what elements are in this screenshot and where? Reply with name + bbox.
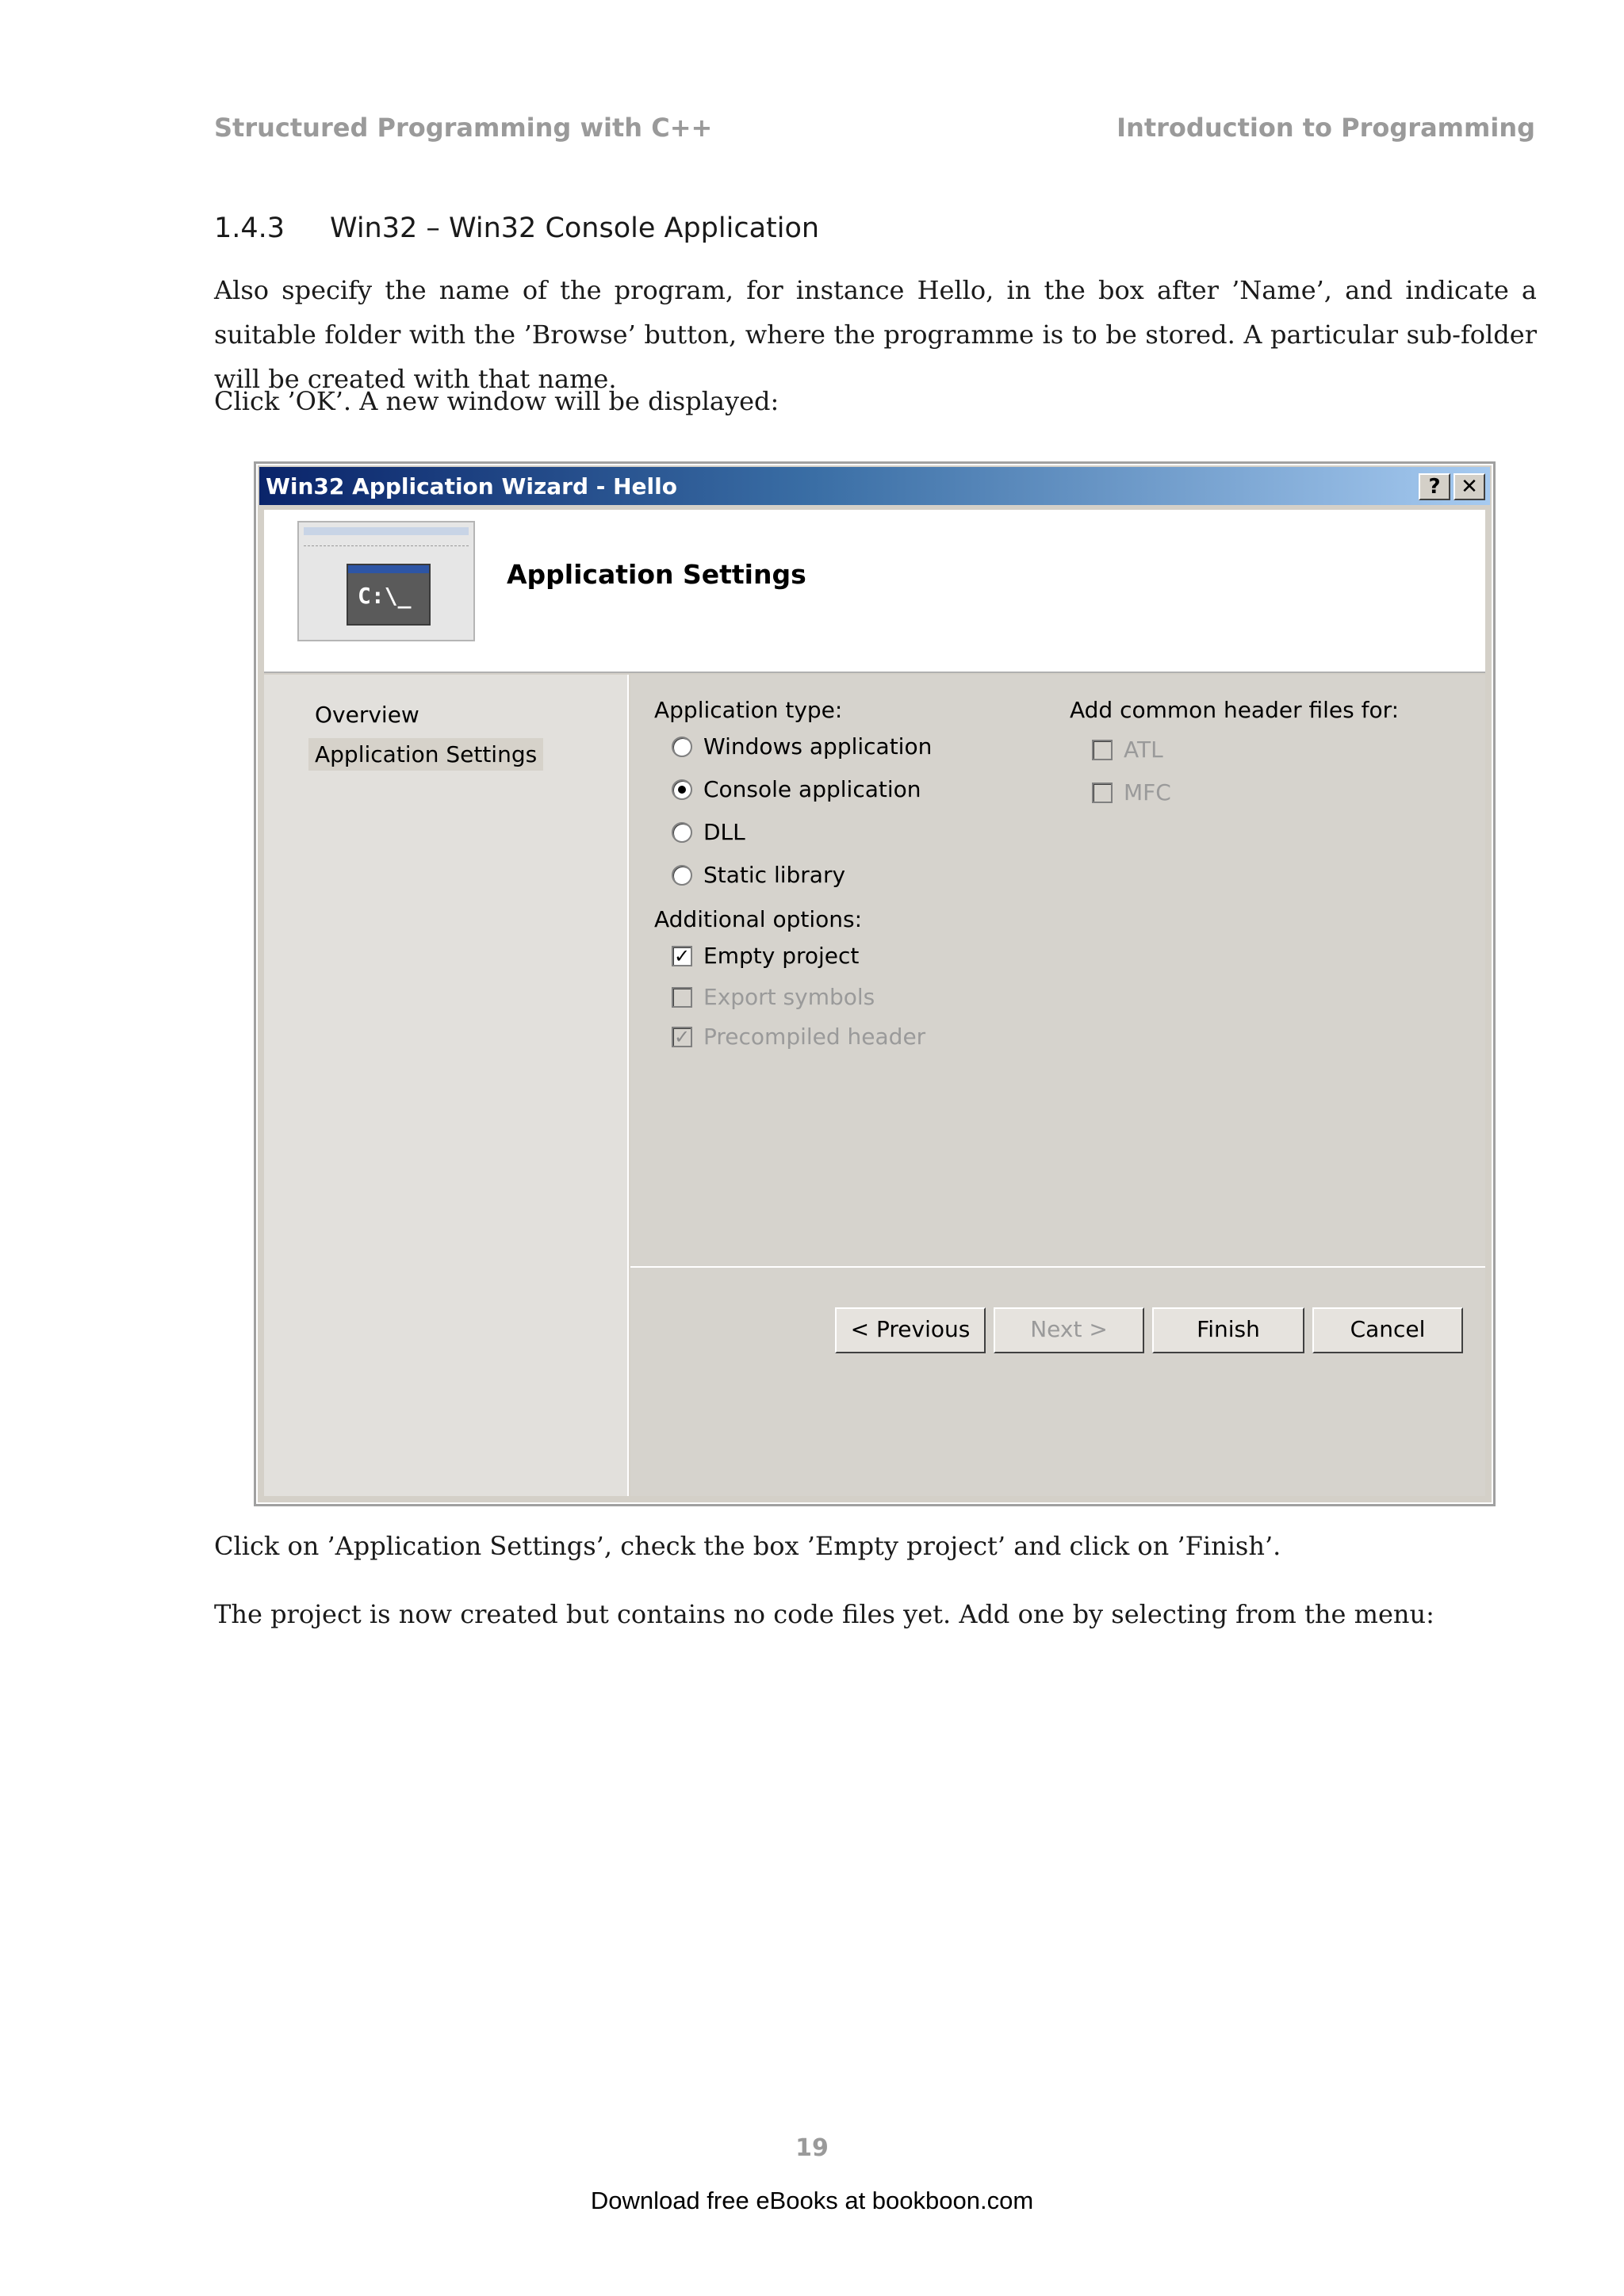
radio-button-selected[interactable]	[672, 779, 692, 800]
help-icon[interactable]: ?	[1419, 473, 1450, 500]
section-heading: 1.4.3 Win32 – Win32 Console Application	[214, 212, 819, 244]
checkbox-mfc: MFC	[1092, 779, 1171, 806]
radio-button[interactable]	[672, 736, 692, 757]
previous-button[interactable]: < Previous	[835, 1307, 986, 1353]
console-prompt: C:\_	[358, 583, 412, 609]
dialog-title: Win32 Application Wizard - Hello	[266, 473, 677, 499]
checkbox: ✓	[672, 1025, 692, 1048]
cancel-button[interactable]: Cancel	[1312, 1307, 1463, 1353]
radio-button[interactable]	[672, 864, 692, 886]
checkbox-precompiled-header: ✓ Precompiled header	[672, 1024, 925, 1050]
settings-content: Application type: Windows application Co…	[630, 675, 1485, 1496]
wizard-dialog-screenshot: Win32 Application Wizard - Hello ? ✕ C:\…	[254, 461, 1496, 1506]
checkbox[interactable]: ✓	[672, 944, 692, 967]
header-files-label: Add common header files for:	[1070, 697, 1400, 723]
application-type-label: Application type:	[654, 697, 843, 723]
dialog-header-panel: C:\_ Application Settings	[264, 510, 1485, 673]
close-icon[interactable]: ✕	[1454, 473, 1485, 500]
dialog-titlebar: Win32 Application Wizard - Hello ? ✕	[259, 467, 1490, 505]
dialog-header-title: Application Settings	[507, 559, 806, 590]
radio-console-application[interactable]: Console application	[672, 776, 921, 802]
radio-label: Console application	[703, 776, 921, 802]
wizard-nav: Overview Application Settings	[264, 675, 629, 1496]
checkmark-icon: ✓	[673, 944, 691, 967]
page-number: 19	[795, 2134, 829, 2162]
radio-button[interactable]	[672, 821, 692, 843]
checkbox-label: MFC	[1124, 779, 1171, 806]
paragraph-project-created: The project is now created but contains …	[214, 1599, 1434, 1629]
checkmark-icon: ✓	[673, 1025, 691, 1048]
console-app-icon: C:\_	[297, 521, 475, 641]
radio-static-library[interactable]: Static library	[672, 862, 845, 888]
nav-item-application-settings[interactable]: Application Settings	[308, 738, 544, 771]
checkbox	[1092, 739, 1113, 760]
section-title: Win32 – Win32 Console Application	[330, 212, 820, 244]
next-button: Next >	[994, 1307, 1144, 1353]
checkbox-empty-project[interactable]: ✓ Empty project	[672, 943, 859, 969]
checkbox-export-symbols: Export symbols	[672, 984, 875, 1010]
radio-label: DLL	[703, 819, 745, 845]
checkbox-label: Export symbols	[703, 984, 875, 1010]
checkbox-label: ATL	[1124, 737, 1163, 763]
checkbox-label: Empty project	[703, 943, 860, 969]
checkbox-atl: ATL	[1092, 737, 1163, 763]
checkbox	[672, 986, 692, 1008]
finish-button[interactable]: Finish	[1152, 1307, 1304, 1353]
radio-windows-application[interactable]: Windows application	[672, 733, 932, 760]
footer-text: Download free eBooks at bookboon.com	[590, 2187, 1034, 2214]
checkbox	[1092, 782, 1113, 803]
running-head-left: Structured Programming with C++	[214, 113, 713, 143]
radio-label: Static library	[703, 862, 846, 888]
paragraph-click-settings: Click on ’Application Settings’, check t…	[214, 1531, 1281, 1561]
paragraph-click-ok: Click ’OK’. A new window will be display…	[214, 386, 779, 416]
checkbox-label: Precompiled header	[703, 1024, 926, 1050]
radio-dll[interactable]: DLL	[672, 819, 745, 845]
button-divider	[630, 1266, 1485, 1268]
nav-item-overview[interactable]: Overview	[308, 698, 426, 731]
radio-label: Windows application	[703, 733, 933, 760]
additional-options-label: Additional options:	[654, 906, 863, 932]
running-head-right: Introduction to Programming	[1116, 113, 1535, 143]
section-number: 1.4.3	[214, 212, 285, 244]
